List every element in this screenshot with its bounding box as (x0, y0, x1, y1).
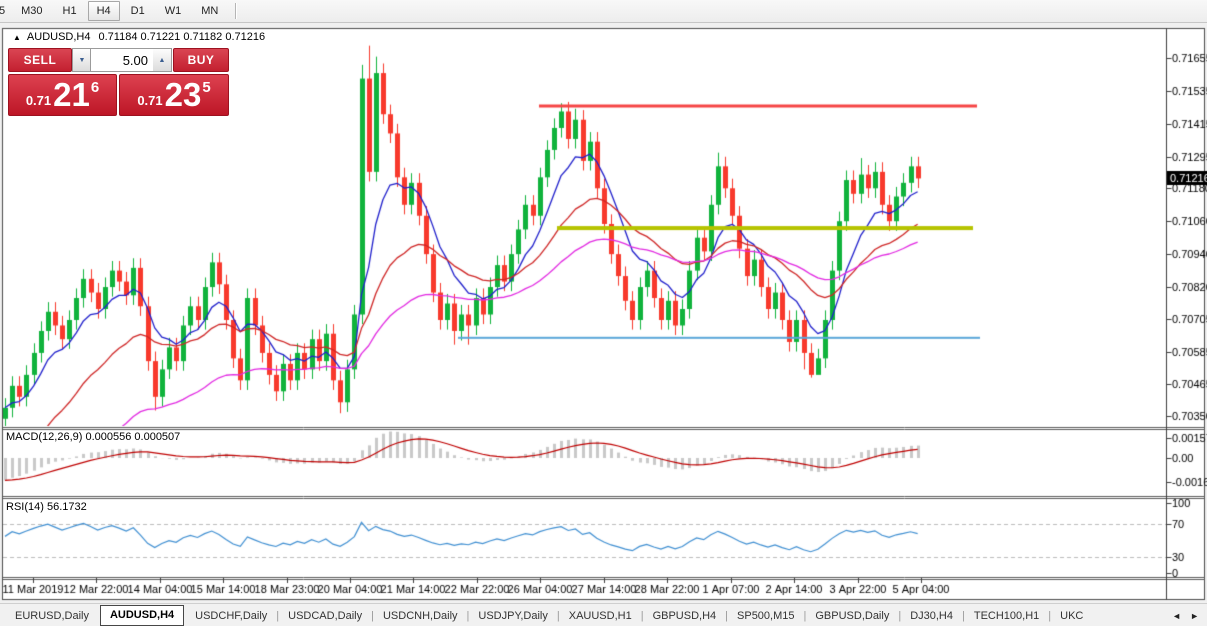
timeframe-button-mn[interactable]: MN (192, 1, 227, 21)
buy-price-pips: 23 (164, 76, 202, 113)
symbol-tab-usdjpy-daily[interactable]: USDJPY,Daily (469, 605, 557, 626)
tab-scroll-left-icon[interactable]: ◄ (1172, 611, 1181, 621)
symbol-tab-xauusd-h1[interactable]: XAUUSD,H1 (560, 605, 641, 626)
buy-price-point: 5 (202, 79, 211, 96)
symbol-tab-gbpusd-h4[interactable]: GBPUSD,H4 (644, 605, 726, 626)
timeframe-button-m30[interactable]: M30 (12, 1, 51, 21)
macd-indicator-label: MACD(12,26,9) 0.000556 0.000507 (6, 431, 181, 443)
chevron-up-icon: ▲ (158, 56, 166, 64)
chevron-down-icon: ▼ (78, 56, 86, 64)
buy-button[interactable]: BUY (173, 48, 229, 72)
symbol-tab-usdcad-daily[interactable]: USDCAD,Daily (279, 605, 371, 626)
chart-ohlc-readout: 0.71184 0.71221 0.71182 0.71216 (98, 31, 266, 43)
timeframe-button-h1[interactable]: H1 (54, 1, 86, 21)
timeframe-button-d1[interactable]: D1 (122, 1, 154, 21)
symbol-tab-tech100-h1[interactable]: TECH100,H1 (965, 605, 1048, 626)
buy-price-base: 0.71 (137, 93, 163, 108)
chart-title: ▲ AUDUSD,H4 0.71184 0.71221 0.71182 0.71… (13, 31, 265, 43)
chart-symbol-label: AUDUSD,H4 (26, 31, 91, 43)
symbol-tab-audusd-h4[interactable]: AUDUSD,H4 (99, 605, 185, 626)
symbol-tab-eurusd-daily[interactable]: EURUSD,Daily (6, 605, 98, 626)
tab-scroll-right-icon[interactable]: ► (1190, 611, 1199, 621)
buy-price-display[interactable]: 0.71 23 5 (119, 74, 229, 116)
symbol-tab-usdcnh-daily[interactable]: USDCNH,Daily (374, 605, 467, 626)
volume-decrease-button[interactable]: ▼ (72, 48, 92, 72)
sell-price-point: 6 (90, 79, 100, 96)
symbol-tab-sp500-m15[interactable]: SP500,M15 (728, 605, 803, 626)
trading-terminal: { "toolbar": { "timeframes": ["5", "M30"… (0, 0, 1207, 626)
volume-increase-button[interactable]: ▲ (153, 48, 172, 72)
volume-field-wrap (90, 48, 154, 72)
sell-price-display[interactable]: 0.71 21 6 (8, 74, 117, 116)
sell-price-pips: 21 (53, 76, 90, 113)
symbol-tab-usdchf-daily[interactable]: USDCHF,Daily (186, 605, 276, 626)
toolbar-divider (235, 3, 238, 19)
trade-panel-controls: SELL ▼ ▲ BUY (8, 48, 229, 72)
one-click-trade-panel: SELL ▼ ▲ BUY 0.71 21 6 0.71 23 5 (8, 48, 229, 116)
sell-price-base: 0.71 (25, 93, 52, 108)
symbol-tab-dj30-h4[interactable]: DJ30,H4 (901, 605, 962, 626)
timeframe-button-5[interactable]: 5 (0, 1, 10, 21)
timeframe-button-h4[interactable]: H4 (87, 1, 120, 21)
symbol-tab-ukc[interactable]: UKC (1051, 605, 1092, 626)
timeframe-toolbar: 5M30H1H4D1W1MN (0, 0, 1207, 23)
rsi-indicator-label: RSI(14) 56.1732 (6, 501, 87, 513)
volume-input[interactable] (91, 49, 151, 70)
timeframe-button-w1[interactable]: W1 (156, 1, 191, 21)
sell-button[interactable]: SELL (8, 48, 72, 72)
chart-collapse-icon[interactable]: ▲ (13, 33, 21, 42)
symbol-tab-bar: EURUSD,Daily AUDUSD,H4 USDCHF,Daily | USDCAD… (0, 603, 1207, 626)
symbol-tab-gbpusd-daily[interactable]: GBPUSD,Daily (806, 605, 898, 626)
